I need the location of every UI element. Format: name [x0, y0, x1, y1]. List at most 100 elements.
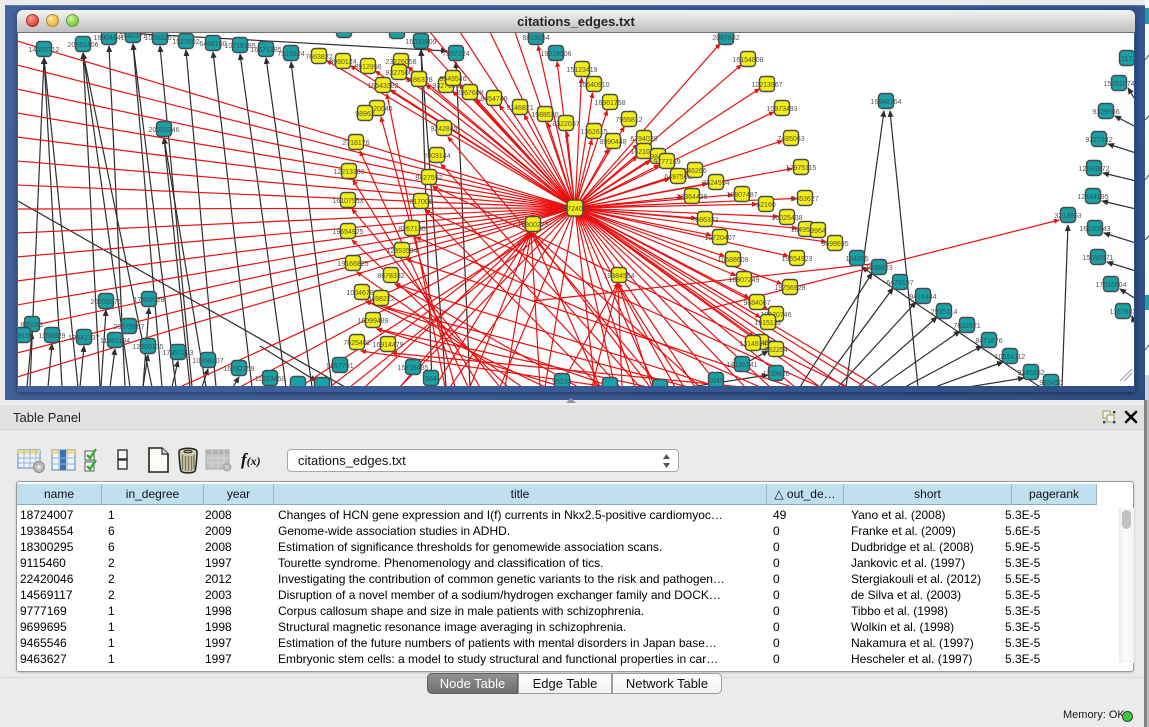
- svg-text:17016504: 17016504: [1095, 282, 1126, 289]
- svg-text:9329966: 9329966: [1092, 109, 1119, 116]
- svg-text:9777169: 9777169: [653, 159, 680, 166]
- svg-text:9474444: 9474444: [909, 294, 936, 301]
- svg-text:16033809: 16033809: [405, 39, 436, 46]
- svg-text:8912956: 8912956: [354, 64, 381, 71]
- svg-text:16782759: 16782759: [223, 366, 254, 373]
- svg-text:18807249: 18807249: [728, 277, 759, 284]
- svg-text:9245652: 9245652: [1017, 370, 1044, 377]
- svg-text:9964: 9964: [810, 228, 826, 235]
- svg-text:7485063: 7485063: [777, 136, 804, 143]
- svg-text:7515524: 7515524: [277, 51, 304, 58]
- svg-text:12353594: 12353594: [386, 248, 417, 255]
- svg-text:39159: 39159: [18, 333, 33, 340]
- svg-text:9549546: 9549546: [439, 76, 466, 83]
- svg-text:9227342: 9227342: [1085, 137, 1112, 144]
- svg-text:19756928: 19756928: [774, 285, 805, 292]
- svg-text:10973493: 10973493: [766, 106, 797, 113]
- svg-text:14055712: 14055712: [28, 47, 59, 54]
- svg-text:7625402: 7625402: [343, 340, 370, 347]
- svg-text:10025438: 10025438: [771, 215, 802, 222]
- svg-text:16914479: 16914479: [372, 342, 403, 349]
- svg-text:8186328: 8186328: [405, 77, 432, 84]
- svg-text:9699695: 9699695: [821, 241, 848, 248]
- svg-text:964: 964: [425, 376, 437, 383]
- svg-text:17957223: 17957223: [162, 350, 193, 357]
- svg-text:8960124: 8960124: [329, 59, 356, 66]
- svg-text:12505135: 12505135: [132, 344, 163, 351]
- svg-text:2935114: 2935114: [931, 309, 958, 316]
- svg-text:7955812: 7955812: [615, 117, 642, 124]
- svg-text:20053346: 20053346: [148, 127, 179, 134]
- svg-text:12942737: 12942737: [68, 335, 99, 342]
- svg-text:20206576: 20206576: [90, 299, 121, 306]
- svg-text:11451194: 11451194: [100, 338, 130, 345]
- svg-text:10958107: 10958107: [192, 358, 223, 365]
- svg-text:9684067: 9684067: [743, 300, 770, 307]
- svg-text:12444195: 12444195: [1077, 194, 1108, 201]
- svg-text:19218506: 19218506: [540, 51, 571, 58]
- svg-text:19384554: 19384554: [603, 273, 634, 280]
- svg-text:98962: 98962: [355, 111, 375, 118]
- svg-text:6466160: 6466160: [199, 41, 226, 48]
- svg-text:10653267: 10653267: [144, 35, 175, 42]
- svg-text:11923468: 11923468: [255, 376, 286, 383]
- svg-text:817006: 817006: [409, 199, 432, 206]
- svg-text:16107553: 16107553: [332, 198, 363, 205]
- svg-text:12213967: 12213967: [751, 82, 782, 89]
- svg-text:1840371: 1840371: [119, 33, 146, 40]
- svg-text:20364436: 20364436: [676, 194, 707, 201]
- svg-text:1615132: 1615132: [754, 320, 781, 327]
- svg-text:15716485: 15716485: [397, 365, 428, 372]
- svg-text:11172: 11172: [1118, 56, 1134, 63]
- svg-text:3624554: 3624554: [702, 180, 729, 187]
- svg-text:19654925: 19654925: [332, 229, 363, 236]
- svg-text:1527602: 1527602: [172, 39, 199, 46]
- svg-text:12093872: 12093872: [1078, 166, 1109, 173]
- svg-text:8454749: 8454749: [480, 96, 507, 103]
- svg-text:164095: 164095: [845, 256, 868, 263]
- svg-text:1167533: 1167533: [1110, 309, 1134, 316]
- svg-text:7632621: 7632621: [953, 323, 980, 330]
- svg-text:16961758: 16961758: [594, 100, 625, 107]
- svg-text:10654112: 10654112: [995, 354, 1026, 361]
- svg-text:16648764: 16648764: [870, 99, 901, 106]
- svg-text:8678332: 8678332: [377, 273, 404, 280]
- svg-text:2803144: 2803144: [423, 153, 450, 160]
- svg-text:1049: 1049: [708, 378, 724, 385]
- svg-text:9242845: 9242845: [430, 126, 457, 133]
- svg-text:3498222: 3498222: [367, 296, 394, 303]
- svg-text:252254: 252254: [764, 347, 787, 354]
- svg-text:15300275: 15300275: [517, 222, 548, 229]
- svg-text:6794028: 6794028: [630, 136, 657, 143]
- svg-text:20691406: 20691406: [67, 42, 98, 49]
- svg-text:15751074: 15751074: [1103, 81, 1134, 88]
- svg-text:8471676: 8471676: [975, 338, 1002, 345]
- svg-text:10807487: 10807487: [726, 192, 757, 199]
- svg-text:2718176: 2718176: [342, 140, 369, 147]
- svg-text:7357224: 7357224: [442, 51, 469, 58]
- svg-text:16099489: 16099489: [357, 318, 388, 325]
- svg-text:12213389: 12213389: [333, 169, 364, 176]
- svg-text:15720407: 15720407: [704, 235, 735, 242]
- svg-text:17359928: 17359928: [133, 297, 164, 304]
- svg-text:19166825: 19166825: [337, 261, 368, 268]
- svg-text:20975867: 20975867: [113, 324, 144, 331]
- svg-text:1588520: 1588520: [531, 112, 558, 119]
- svg-text:7886322: 7886322: [691, 217, 718, 224]
- svg-text:2087682: 2087682: [712, 35, 739, 42]
- svg-text:16154808: 16154808: [732, 57, 763, 64]
- svg-text:19654923: 19654923: [781, 256, 812, 263]
- svg-text:16210643: 16210643: [1079, 226, 1110, 233]
- svg-text:12975115: 12975115: [786, 165, 817, 172]
- svg-text:16543382: 16543382: [367, 83, 398, 90]
- svg-text:8813054: 8813054: [522, 35, 549, 42]
- svg-text:1156829: 1156829: [39, 333, 66, 340]
- svg-text:18724007: 18724007: [559, 206, 590, 213]
- svg-text:9857791: 9857791: [326, 363, 353, 370]
- svg-text:1362615: 1362615: [580, 129, 607, 136]
- svg-text:6479197: 6479197: [886, 280, 913, 287]
- svg-text:9146821: 9146821: [506, 105, 533, 112]
- svg-text:1733426: 1733426: [762, 371, 789, 378]
- svg-text:15123419: 15123419: [566, 67, 597, 74]
- svg-text:1938923: 1938923: [865, 265, 892, 272]
